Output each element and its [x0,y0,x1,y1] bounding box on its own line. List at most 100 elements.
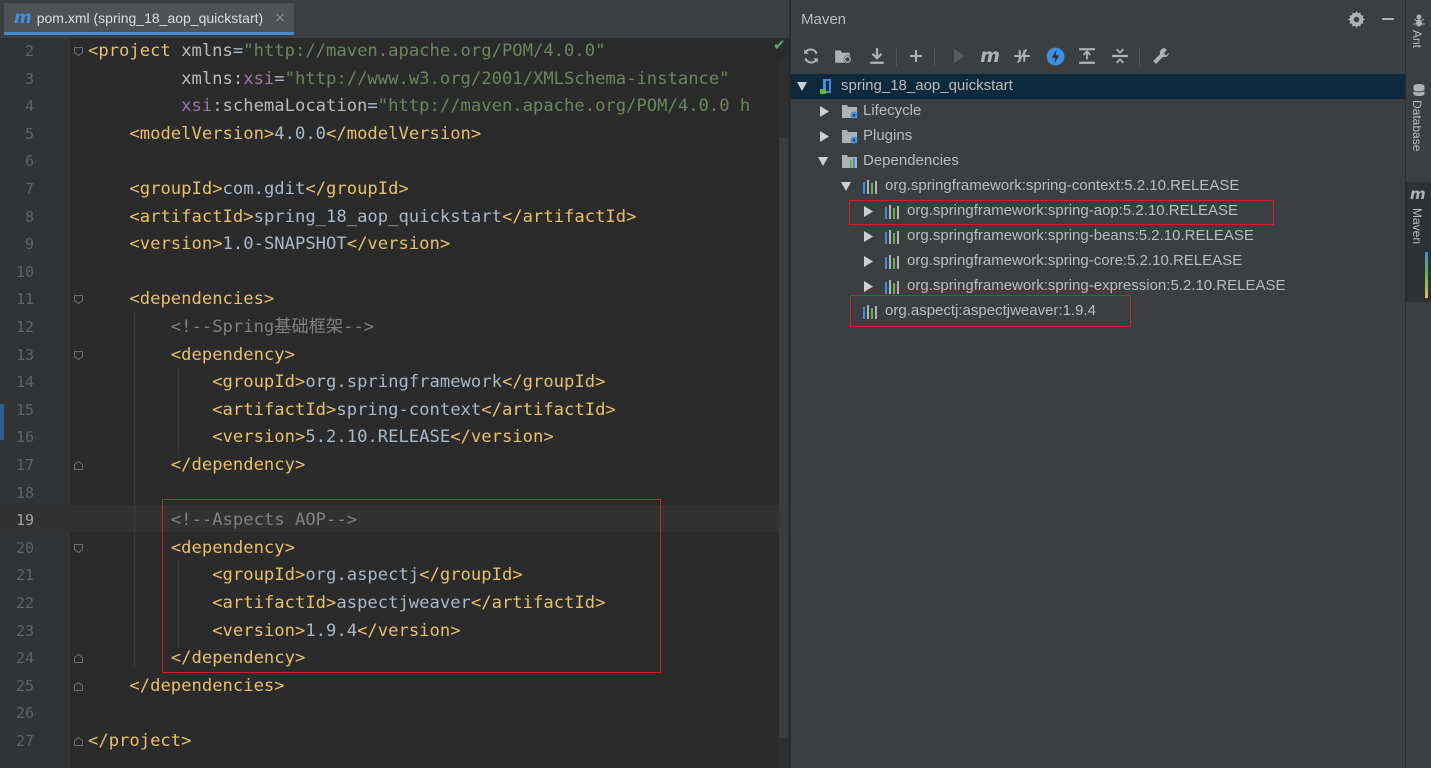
expand-arrow-icon[interactable] [863,256,873,267]
collapse-all-icon[interactable] [1108,44,1132,68]
code-line[interactable]: 27 </project> [0,728,789,755]
fold-marker-icon[interactable] [74,295,83,305]
tree-node-spring-context[interactable]: org.springframework:spring-context:5.2.1… [791,174,1406,199]
run-icon[interactable] [947,44,971,68]
reload-icon[interactable] [799,44,823,68]
tool-window-database[interactable]: Database [1410,100,1424,151]
expand-arrow-icon[interactable] [863,281,873,292]
expand-arrow-icon[interactable] [863,231,873,242]
annotation-box-aspects-aop [162,499,661,673]
code-token-tag: <groupId> [212,372,306,393]
tree-node-plugins[interactable]: Plugins [791,124,1406,149]
code-token-txt: 1.0-SNAPSHOT [222,234,347,255]
code-token-txt: spring-context [336,399,482,420]
tree-node-project[interactable]: spring_18_aop_quickstart [791,74,1406,99]
editor-pane[interactable]: m pom.xml (spring_18_aop_quickstart) × 2… [0,0,789,768]
code-line[interactable]: 6 [0,148,789,175]
library-icon [863,180,877,194]
code-line[interactable]: 17 </dependency> [0,452,789,479]
toggle-offline-icon[interactable] [1010,44,1034,68]
download-sources-icon[interactable] [865,44,889,68]
code-line[interactable]: 10 [0,259,789,286]
expand-arrow-icon[interactable] [797,81,807,92]
folder-gear-icon [842,105,858,119]
file-tab-pom-xml[interactable]: m pom.xml (spring_18_aop_quickstart) × [4,3,294,35]
code-token-tag: </groupId> [305,179,409,199]
tree-node-dependencies[interactable]: Dependencies [791,149,1406,174]
expand-arrow-icon[interactable] [819,106,829,117]
code-line[interactable]: 8 <artifactId>spring_18_aop_quickstart</… [0,204,789,231]
right-tool-strip: Ant Database m Maven [1405,0,1431,768]
code-line[interactable]: 7 <groupId>com.gdit</groupId> [0,176,789,203]
expand-arrow-icon[interactable] [818,156,828,167]
maven-file-icon: m [14,7,32,28]
code-text: <modelVersion>4.0.0</modelVersion> [88,121,481,148]
code-token-tag: </dependencies> [129,675,285,696]
code-line[interactable]: 25 </dependencies> [0,673,789,700]
code-token-val: "http://maven.apache.org/POM/4.0.0 h [377,96,751,117]
expand-arrow-icon[interactable] [819,131,829,142]
tab-close-icon[interactable]: × [274,10,286,26]
code-line[interactable]: 12 <!--Spring基础框架--> [0,314,789,341]
maven-header: Maven [791,0,1406,40]
code-token-tag: </project> [88,731,192,751]
add-icon[interactable] [904,44,928,68]
code-line[interactable]: 14 <groupId>org.springframework</groupId… [0,369,789,396]
execute-maven-goal-icon[interactable]: m [978,44,1002,68]
line-number: 19 [15,511,34,530]
tree-node-lifecycle[interactable]: Lifecycle [791,99,1406,124]
code-token-ns: xsi [243,68,275,89]
code-line[interactable]: 16 <version>5.2.10.RELEASE</version> [0,424,789,451]
fold-marker-icon[interactable] [74,47,83,56]
code-line[interactable]: 5 <modelVersion>4.0.0</modelVersion> [0,121,789,148]
line-number: 5 [24,124,34,143]
inspection-ok-check-icon[interactable]: ✔ [773,36,786,54]
code-text: xmlns:xsi="http://www.w3.org/2001/XMLSch… [88,66,729,93]
code-line[interactable]: 13 <dependency> [0,342,789,369]
tree-node-spring-core[interactable]: org.springframework:spring-core:5.2.10.R… [791,249,1406,274]
fold-marker-icon[interactable] [74,543,83,553]
code-token-txt: org.springframework [305,372,502,393]
code-text: <artifactId>spring_18_aop_quickstart</ar… [88,204,636,231]
editor-vertical-scrollbar[interactable] [779,58,788,768]
code-text: </dependency> [88,452,306,479]
code-text: <version>5.2.10.RELEASE</version> [88,424,554,451]
fold-marker-icon[interactable] [74,350,83,360]
maven-strip-button[interactable]: m Maven [1406,182,1431,302]
line-number: 6 [24,152,34,171]
tree-node-spring-beans[interactable]: org.springframework:spring-beans:5.2.10.… [791,224,1406,249]
database-icon [1412,82,1426,101]
dependencies-label: Dependencies [863,152,959,169]
maven-strip-indicator [1425,252,1428,298]
code-line[interactable]: 26 [0,700,789,727]
code-line[interactable]: 15 <artifactId>spring-context</artifactI… [0,397,789,424]
code-line[interactable]: 11 <dependencies> [0,286,789,313]
code-line[interactable]: 3 xmlns:xsi="http://www.w3.org/2001/XMLS… [0,66,789,93]
tool-window-ant[interactable]: Ant [1410,30,1424,48]
scrollbar-thumb[interactable] [779,138,788,738]
code-line[interactable]: 2 <project xmlns="http://maven.apache.org… [0,38,789,65]
expand-arrow-icon[interactable] [841,181,851,192]
minimize-icon[interactable] [1378,9,1398,29]
code-line[interactable]: 9 <version>1.0-SNAPSHOT</version> [0,231,789,258]
code-line[interactable]: 4 xsi:schemaLocation="http://maven.apach… [0,93,789,120]
skip-tests-icon[interactable] [1043,44,1067,68]
code-token-attr: :schemaLocation [212,96,368,117]
fold-marker-icon[interactable] [74,654,83,664]
fold-marker-icon[interactable] [74,737,83,746]
maven-settings-wrench-icon[interactable] [1149,44,1173,68]
fold-marker-icon[interactable] [74,461,83,470]
maven-toolbar: m [791,40,1406,72]
code-token-txt: = [367,96,378,117]
add-maven-project-icon[interactable] [831,44,855,68]
fold-marker-icon[interactable] [74,681,83,691]
show-dependencies-icon[interactable] [1075,44,1099,68]
code-token-txt: spring_18_aop_quickstart [253,206,502,227]
settings-gear-icon[interactable] [1346,9,1366,29]
line-number: 3 [24,69,34,88]
